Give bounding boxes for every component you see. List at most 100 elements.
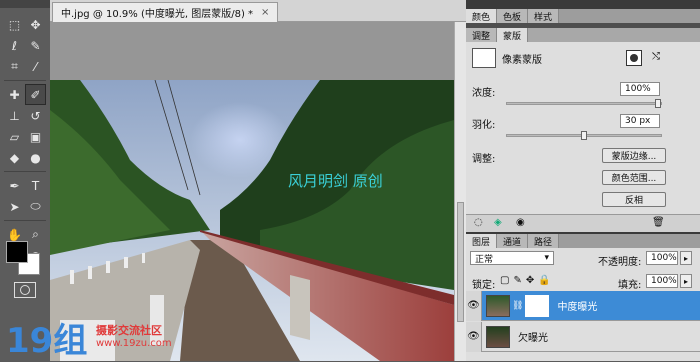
gradient-tool-icon[interactable]: ▣: [25, 126, 46, 147]
layer-thumbnail: [486, 294, 510, 317]
mask-edge-button[interactable]: 蒙版边缘...: [602, 148, 666, 163]
opacity-field[interactable]: 100%: [646, 251, 678, 265]
density-slider-knob[interactable]: [655, 99, 661, 108]
panel-dock: 颜色 色板 样式 调整 蒙版 像素蒙版 ⤭ 浓度: 100% 羽化: 30 px…: [466, 0, 700, 361]
tab-channels[interactable]: 通道: [497, 234, 529, 248]
invert-button[interactable]: 反相: [602, 192, 666, 207]
lock-image-icon[interactable]: ✎: [513, 275, 521, 286]
mask-thumbnail: [472, 48, 496, 68]
watermark-logo: 19组: [6, 321, 88, 361]
chain-link-icon[interactable]: ⛓: [512, 301, 523, 311]
quick-mask-button[interactable]: [14, 282, 36, 298]
canvas-area[interactable]: 风月明剑 原创: [50, 22, 454, 361]
opacity-label: 不透明度:: [598, 257, 642, 268]
scrollbar-thumb[interactable]: [457, 202, 464, 322]
move-tool-icon[interactable]: ✥: [25, 14, 46, 35]
masks-panel: 像素蒙版 ⤭ 浓度: 100% 羽化: 30 px 调整: 蒙版边缘... 颜色…: [466, 42, 700, 232]
apply-mask-icon[interactable]: ◈: [494, 217, 502, 228]
fill-label: 填充:: [618, 280, 642, 291]
mask-type-label: 像素蒙版: [502, 55, 542, 66]
pen-tool-icon[interactable]: ✒: [4, 175, 25, 196]
panel-dock-header: [466, 0, 700, 9]
feather-field[interactable]: 30 px: [620, 114, 660, 128]
layer-mask-thumbnail[interactable]: [525, 294, 550, 317]
lock-transparent-icon[interactable]: ▢: [500, 275, 509, 286]
canvas-overlay-text: 风月明剑 原创: [288, 172, 383, 190]
document-tab-bar: 中.jpg @ 10.9% (中度曝光, 图层蒙版/8) * ×: [50, 0, 466, 22]
watermark-site-name: 摄影交流社区: [96, 324, 162, 337]
refine-label: 调整:: [472, 154, 496, 165]
text-tool-icon[interactable]: T: [25, 175, 46, 196]
tab-masks[interactable]: 蒙版: [497, 28, 529, 42]
density-slider[interactable]: [506, 99, 662, 108]
tab-layers[interactable]: 图层: [466, 234, 498, 248]
toolbox: ⬚ ✥ ℓ ✎ ⌗ ⁄ ✚ ✐ ⊥ ↺ ▱ ▣ ◆ ● ✒ T ➤ ⬭ ✋ ⌕ …: [0, 0, 50, 361]
tab-adjustments[interactable]: 调整: [466, 28, 498, 42]
tab-paths[interactable]: 路径: [528, 234, 560, 248]
dodge-tool-icon[interactable]: ●: [25, 147, 46, 168]
document-window: 中.jpg @ 10.9% (中度曝光, 图层蒙版/8) * × 风月明剑 原创: [50, 0, 466, 361]
mask-panel-tabs: 调整 蒙版: [466, 28, 700, 42]
toolbox-header: [0, 0, 50, 8]
close-icon[interactable]: ×: [261, 7, 269, 18]
blur-tool-icon[interactable]: ◆: [4, 147, 25, 168]
layer-row[interactable]: 👁 欠曝光: [466, 321, 700, 352]
path-select-tool-icon[interactable]: ➤: [4, 196, 25, 217]
eraser-tool-icon[interactable]: ▱: [4, 126, 25, 147]
density-field[interactable]: 100%: [620, 82, 660, 96]
lock-all-icon[interactable]: 🔒: [538, 275, 550, 286]
document-title: 中.jpg @ 10.9% (中度曝光, 图层蒙版/8) *: [61, 9, 254, 20]
layer-thumbnail: [486, 325, 510, 348]
density-label: 浓度:: [472, 88, 496, 99]
tab-color[interactable]: 颜色: [466, 9, 498, 23]
pixel-mask-button[interactable]: [626, 50, 642, 66]
eye-icon[interactable]: 👁: [466, 321, 482, 352]
layer-name: 中度曝光: [557, 302, 598, 313]
vertical-scrollbar[interactable]: [454, 22, 466, 361]
tab-styles[interactable]: 样式: [528, 9, 560, 23]
watermark: 19组 摄影交流社区 www.19zu.com: [0, 313, 470, 361]
color-swatches: [6, 241, 42, 277]
document-tab[interactable]: 中.jpg @ 10.9% (中度曝光, 图层蒙版/8) * ×: [52, 2, 279, 22]
eye-icon[interactable]: 👁: [466, 290, 482, 321]
eyedropper-tool-icon[interactable]: ⁄: [25, 56, 46, 77]
feather-slider-knob[interactable]: [581, 131, 587, 140]
tab-swatches[interactable]: 色板: [497, 9, 529, 23]
vector-mask-icon[interactable]: ⤭: [652, 51, 660, 62]
lock-icons: ▢ ✎ ✥ 🔒: [500, 275, 551, 286]
color-range-button[interactable]: 颜色范围...: [602, 170, 666, 185]
layers-panel: 正常 ▾ 不透明度: 100% ▸ 锁定: ▢ ✎ ✥ 🔒 填充: 100% ▸ …: [466, 248, 700, 361]
delete-mask-icon[interactable]: 🗑: [652, 217, 665, 228]
fill-arrow-icon[interactable]: ▸: [680, 274, 692, 288]
history-brush-tool-icon[interactable]: ↺: [25, 105, 46, 126]
brush-tool-icon[interactable]: ✐: [25, 84, 46, 105]
quick-mask-icon: [20, 285, 30, 295]
lock-label: 锁定:: [472, 280, 496, 291]
tool-grid: ⬚ ✥ ℓ ✎ ⌗ ⁄ ✚ ✐ ⊥ ↺ ▱ ▣ ◆ ● ✒ T ➤ ⬭ ✋ ⌕ …: [4, 14, 46, 266]
crop-tool-icon[interactable]: ⌗: [4, 56, 25, 77]
fill-field[interactable]: 100%: [646, 274, 678, 288]
layer-row[interactable]: 👁 ⛓ 中度曝光: [466, 290, 700, 321]
feather-slider[interactable]: [506, 131, 662, 140]
load-selection-icon[interactable]: ◌: [474, 217, 483, 228]
pixel-mask-icon: [630, 54, 638, 62]
watermark-url: www.19zu.com: [96, 338, 172, 349]
stamp-tool-icon[interactable]: ⊥: [4, 105, 25, 126]
feather-label: 羽化:: [472, 120, 496, 131]
disable-mask-icon[interactable]: ◉: [516, 217, 525, 228]
marquee-tool-icon[interactable]: ⬚: [4, 14, 25, 35]
layers-panel-tabs: 图层 通道 路径: [466, 234, 700, 248]
blend-mode-select[interactable]: 正常 ▾: [470, 251, 554, 265]
healing-tool-icon[interactable]: ✚: [4, 84, 25, 105]
blend-mode-value: 正常: [475, 254, 494, 265]
color-panel-tabs: 颜色 色板 样式: [466, 9, 700, 23]
lasso-tool-icon[interactable]: ℓ: [4, 35, 25, 56]
layer-name: 欠曝光: [518, 333, 548, 344]
shape-tool-icon[interactable]: ⬭: [25, 196, 46, 217]
chevron-down-icon: ▾: [544, 253, 549, 263]
masks-panel-footer: ◌ ◈ ◉ 🗑: [466, 214, 700, 232]
foreground-color-swatch[interactable]: [6, 241, 28, 263]
opacity-arrow-icon[interactable]: ▸: [680, 251, 692, 265]
lock-position-icon[interactable]: ✥: [526, 275, 534, 286]
quick-select-tool-icon[interactable]: ✎: [25, 35, 46, 56]
